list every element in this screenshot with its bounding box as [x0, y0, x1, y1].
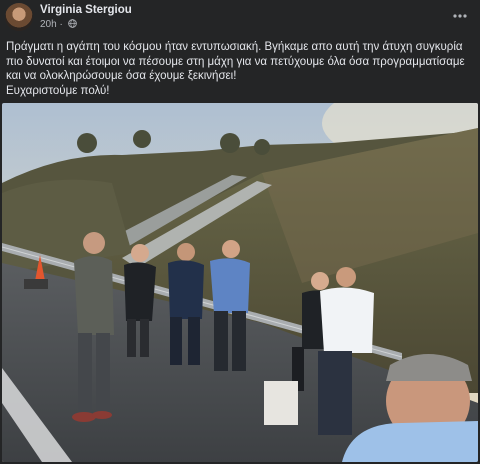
post-text-thanks: Ευχαριστούμε πολύ! — [6, 84, 110, 97]
post-meta: 20h · — [40, 19, 77, 31]
post-time[interactable]: 20h — [40, 19, 57, 30]
post-text: Πράγματι η αγάπη του κόσμου ήταν εντυπωσ… — [6, 40, 476, 98]
avatar[interactable] — [5, 3, 33, 31]
meta-separator: · — [59, 19, 63, 30]
post-text-paragraph: Πράγματι η αγάπη του κόσμου ήταν εντυπωσ… — [6, 41, 465, 82]
author-name[interactable]: Virginia Stergiou — [40, 4, 132, 16]
post-header: Virginia Stergiou 20h · — [0, 0, 480, 36]
globe-icon — [67, 19, 77, 31]
facebook-post: Virginia Stergiou 20h · Πράγματι η αγάπη… — [0, 0, 480, 464]
more-horizontal-icon[interactable] — [450, 6, 470, 26]
post-photo[interactable] — [2, 103, 478, 462]
